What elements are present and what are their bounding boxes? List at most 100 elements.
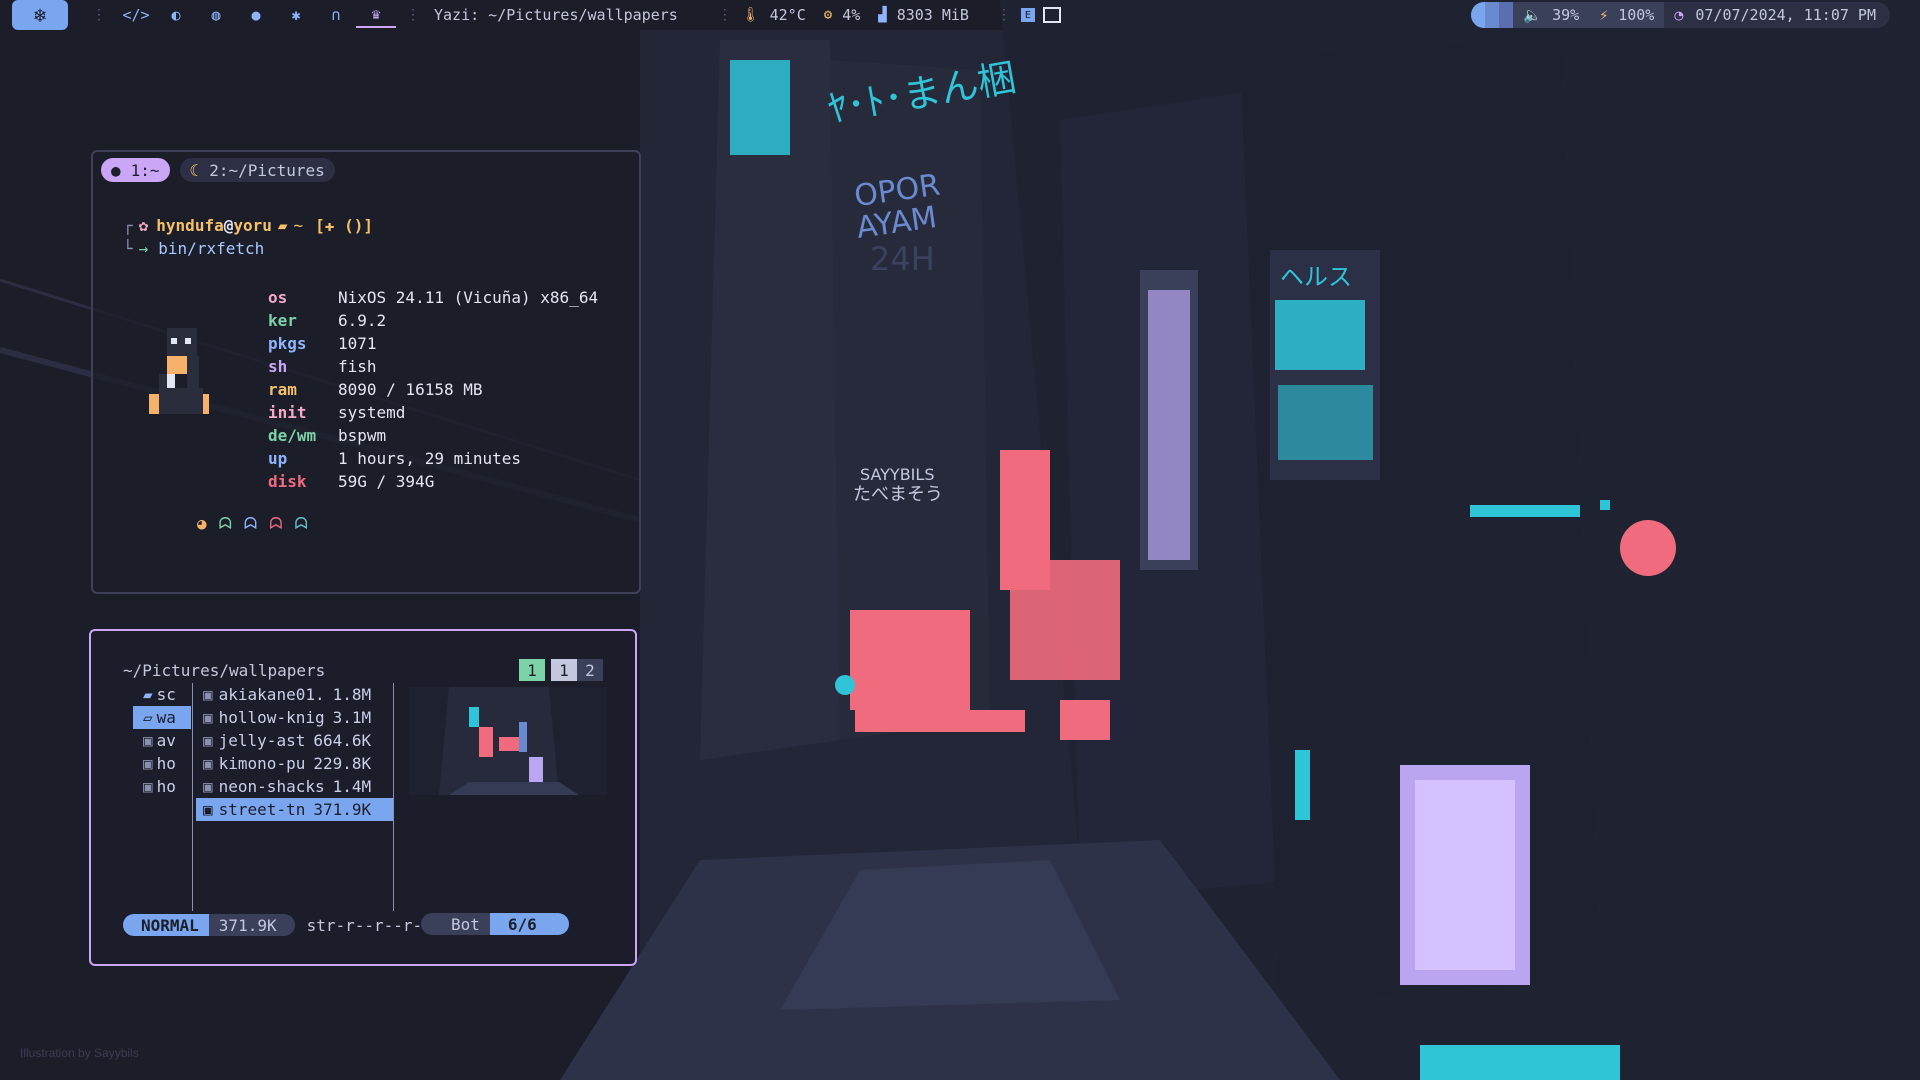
workspace-arch-icon[interactable]: ∩ bbox=[316, 0, 356, 30]
prompt-dir: ~ bbox=[293, 216, 304, 235]
cpu-value: 4% bbox=[842, 6, 861, 24]
yazi-tab[interactable]: 2 bbox=[577, 659, 603, 681]
fetch-key: up bbox=[268, 449, 288, 468]
parent-item[interactable]: ▣ ho bbox=[133, 752, 191, 775]
wallpaper-credit: Illustration by Sayybils bbox=[20, 1046, 139, 1060]
pixel-avatar bbox=[149, 328, 209, 414]
workspace-list: </> ◐ ◍ ● ✱ ∩ ♛ bbox=[116, 0, 396, 30]
image-file-icon: ▣ bbox=[143, 777, 153, 796]
file-item[interactable]: ▣ neon-shacks 1.4M bbox=[193, 775, 393, 798]
volume-level-bar bbox=[1471, 2, 1514, 28]
fetch-row: disk 59G / 394G bbox=[268, 470, 598, 493]
memory-chart-icon: ▟ bbox=[878, 7, 887, 23]
color-palette-row: ◕ ᗣ ᗣ ᗣ ᗣ bbox=[197, 514, 308, 534]
workspace-crown-icon[interactable]: ♛ bbox=[356, 2, 396, 28]
fetch-info: os NixOS 24.11 (Vicuña) x86_64 ker 6.9.2… bbox=[268, 286, 598, 493]
file-item-selected[interactable]: ▣ street-tn 371.9K bbox=[196, 798, 393, 821]
position-value: 6/6 bbox=[489, 913, 569, 935]
image-file-icon: ▣ bbox=[203, 754, 213, 773]
image-file-icon: ▣ bbox=[203, 800, 213, 819]
fetch-key: ram bbox=[268, 380, 297, 399]
thermometer-icon: 🌡 bbox=[741, 7, 760, 23]
temperature-value: 42°C bbox=[769, 6, 806, 24]
fetch-value: 1071 bbox=[338, 334, 377, 353]
volume-widget[interactable]: 🔈 39% bbox=[1471, 2, 1590, 28]
yazi-tab[interactable]: 1 bbox=[551, 659, 577, 681]
terminal-tab-1[interactable]: ● 1:~ bbox=[101, 158, 170, 182]
prompt-command: bin/rxfetch bbox=[158, 239, 265, 258]
tray-window-icon[interactable] bbox=[1042, 7, 1061, 23]
file-name: kimono-pu bbox=[218, 754, 306, 773]
selected-size: 371.9K bbox=[208, 914, 295, 936]
parent-item-label: ho bbox=[156, 777, 176, 796]
file-size: 229.8K bbox=[313, 754, 372, 773]
yazi-tab[interactable]: 1 bbox=[519, 659, 545, 681]
file-item[interactable]: ▣ akiakane01. 1.8M bbox=[193, 683, 393, 706]
fetch-key: init bbox=[268, 403, 307, 422]
terminal-tab-label: 1:~ bbox=[130, 160, 160, 180]
workspace-bomb-icon[interactable]: ● bbox=[236, 0, 276, 30]
yazi-tabs: 1 1 2 bbox=[519, 659, 603, 681]
fetch-key: disk bbox=[268, 472, 307, 491]
window-title: Yazi: ~/Pictures/wallpapers bbox=[434, 6, 678, 24]
workspace-fire-icon[interactable]: ◍ bbox=[196, 0, 236, 30]
battery-icon: ⚡ bbox=[1599, 6, 1609, 24]
clock-widget[interactable]: ◔ 07/07/2024, 11:07 PM bbox=[1664, 2, 1890, 28]
fetch-value: 59G / 394G bbox=[338, 472, 435, 491]
prompt-git-status: [✚ ()] bbox=[315, 216, 373, 235]
yazi-file-manager[interactable]: ~/Pictures/wallpapers 1 1 2 ▰ sc ▱ wa ▣ … bbox=[89, 629, 637, 966]
position-indicator: Bot 6/6 bbox=[421, 913, 569, 935]
fetch-row: init systemd bbox=[268, 401, 598, 424]
memory-value: 8303 MiB bbox=[896, 6, 969, 24]
file-size: 3.1M bbox=[332, 708, 372, 727]
arrow-right-icon: → bbox=[138, 239, 149, 258]
workspace-moon-icon[interactable]: ◐ bbox=[156, 0, 196, 30]
image-file-icon: ▣ bbox=[143, 731, 153, 750]
file-item[interactable]: ▣ hollow-knig 3.1M bbox=[193, 706, 393, 729]
file-item[interactable]: ▣ jelly-ast 664.6K bbox=[193, 729, 393, 752]
parent-directory-pane: ▰ sc ▱ wa ▣ av ▣ ho ▣ ho bbox=[133, 683, 191, 798]
file-permissions: str-r--r--r-- bbox=[306, 915, 432, 935]
top-bar: ❄ ⋮ </> ◐ ◍ ● ✱ ∩ ♛ ⋮ Yazi: ~/Pictures/w… bbox=[0, 0, 1920, 30]
parent-item[interactable]: ▣ av bbox=[133, 729, 191, 752]
flower-icon: ✿ bbox=[138, 216, 149, 235]
folder-open-icon: ▱ bbox=[143, 708, 153, 727]
svg-text:ヘルス: ヘルス bbox=[1280, 263, 1352, 291]
prompt-bracket-icon: ┌ bbox=[123, 216, 133, 235]
fetch-row: de/wm bspwm bbox=[268, 424, 598, 447]
nixos-logo-button[interactable]: ❄ bbox=[12, 0, 68, 30]
cpu-widget: ⚙ 4% bbox=[824, 6, 861, 24]
fetch-key: os bbox=[268, 288, 288, 307]
battery-widget[interactable]: ⚡ 100% bbox=[1589, 2, 1665, 28]
volume-icon: 🔈 bbox=[1523, 6, 1543, 24]
workspace-bug-icon[interactable]: ✱ bbox=[276, 0, 316, 30]
fetch-row: os NixOS 24.11 (Vicuña) x86_64 bbox=[268, 286, 598, 309]
fetch-value: NixOS 24.11 (Vicuña) x86_64 bbox=[338, 288, 599, 307]
file-name: neon-shacks bbox=[218, 777, 325, 796]
clock-icon: ◔ bbox=[1674, 6, 1684, 24]
file-size: 1.8M bbox=[332, 685, 372, 704]
parent-item[interactable]: ▰ sc bbox=[133, 683, 191, 706]
file-item[interactable]: ▣ kimono-pu 229.8K bbox=[193, 752, 393, 775]
prompt-user: hyndufa bbox=[156, 216, 224, 235]
terminal-tab-label: 2:~/Pictures bbox=[209, 160, 325, 180]
shell-prompt: ┌ ✿ hyndufa @ yoru ▰ ~ [✚ ()] └ → bin/rx… bbox=[123, 214, 373, 260]
svg-text:24H: 24H bbox=[870, 240, 935, 278]
ghost-icon: ᗣ bbox=[294, 514, 308, 533]
ghost-icon: ᗣ bbox=[269, 514, 283, 533]
terminal-tabs: ● 1:~ ☾ 2:~/Pictures bbox=[101, 158, 335, 182]
workspace-code-icon[interactable]: </> bbox=[116, 0, 156, 30]
nixos-snowflake-icon: ❄ bbox=[33, 3, 47, 27]
image-file-icon: ▣ bbox=[203, 685, 213, 704]
image-file-icon: ▣ bbox=[143, 754, 153, 773]
battery-value: 100% bbox=[1618, 6, 1655, 24]
parent-item-selected[interactable]: ▱ wa bbox=[133, 706, 191, 729]
terminal-window[interactable]: ● 1:~ ☾ 2:~/Pictures ┌ ✿ hyndufa @ yoru … bbox=[91, 150, 641, 594]
parent-item[interactable]: ▣ ho bbox=[133, 775, 191, 798]
file-size: 664.6K bbox=[313, 731, 372, 750]
fetch-value: fish bbox=[338, 357, 377, 376]
terminal-tab-2[interactable]: ☾ 2:~/Pictures bbox=[179, 158, 335, 182]
folder-icon: ▰ bbox=[143, 685, 153, 704]
tray-app-icon[interactable]: E bbox=[1020, 8, 1035, 22]
fetch-value: bspwm bbox=[338, 426, 387, 445]
